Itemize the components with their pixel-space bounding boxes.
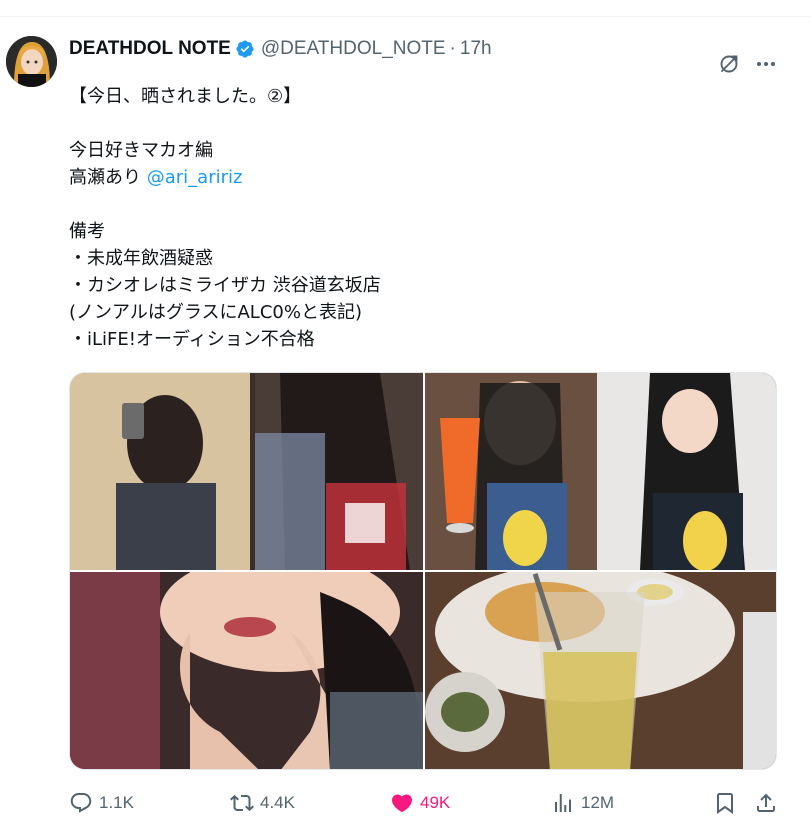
tweet-line [69, 110, 769, 137]
mirror-selfie-photo[interactable] [70, 373, 423, 570]
like-button[interactable]: 49K [390, 787, 450, 819]
tweet-line: 【今日、晒されました。②】 [69, 86, 302, 107]
views-count: 12M [581, 793, 615, 812]
share-button[interactable] [754, 787, 784, 819]
tweet-card[interactable]: DEATHDOL NOTE @DEATHDOL_NOTE · 17h 【今日、晒… [0, 16, 811, 814]
tweet-text: 【今日、晒されました。②】 今日好きマカオ編 高瀬あり @ari_aririz … [69, 83, 769, 353]
drink-on-table-photo[interactable] [425, 572, 776, 769]
reply-count: 1.1K [99, 793, 134, 812]
header-separator: · [449, 38, 456, 59]
tweet-line: ・カシオレはミライザカ 渋谷道玄坂店 [69, 275, 381, 296]
tweet-line [69, 191, 769, 218]
tweet-line-with-mention: 高瀬あり @ari_aririz [69, 164, 769, 191]
tweet-line: ・iLiFE!オーディション不合格 [69, 329, 315, 350]
views-chart-icon [555, 794, 571, 812]
author-handle[interactable]: @DEATHDOL_NOTE [261, 38, 446, 60]
tweet-line: 備考 [69, 221, 105, 242]
like-count: 49K [420, 793, 451, 812]
heart-filled-icon [391, 794, 413, 813]
bookmark-button[interactable] [713, 787, 743, 819]
tweet-line: ・未成年飲酒疑惑 [69, 248, 213, 269]
tweet-line: 今日好きマカオ編 [69, 140, 213, 161]
face-closeup-photo[interactable] [70, 572, 423, 769]
views-button[interactable]: 12M [551, 787, 614, 819]
repost-icon [230, 794, 254, 812]
repost-count: 4.4K [260, 793, 295, 812]
grok-icon[interactable] [717, 52, 741, 76]
repost-button[interactable]: 4.4K [230, 787, 295, 819]
share-icon [757, 793, 775, 812]
tweet-actions: 1.1K 4.4K 49K 12M [0, 787, 811, 821]
mention-link[interactable]: @ari_aririz [147, 167, 243, 188]
tweet-header: DEATHDOL NOTE @DEATHDOL_NOTE · 17h [69, 37, 492, 61]
verified-badge-icon [235, 39, 255, 59]
bookmark-icon [717, 793, 733, 814]
author-display-name[interactable]: DEATHDOL NOTE [69, 38, 231, 60]
cocktail-selfie-photo[interactable] [425, 373, 776, 570]
tweet-line: 高瀬あり [69, 167, 147, 188]
media-grid [69, 372, 777, 770]
tweet-timestamp[interactable]: 17h [460, 38, 492, 60]
author-avatar[interactable] [6, 36, 57, 87]
more-options-icon[interactable] [754, 52, 778, 76]
reply-icon [70, 793, 92, 813]
reply-button[interactable]: 1.1K [69, 787, 134, 819]
tweet-line: (ノンアルはグラスにALC0%と表記) [69, 302, 362, 323]
